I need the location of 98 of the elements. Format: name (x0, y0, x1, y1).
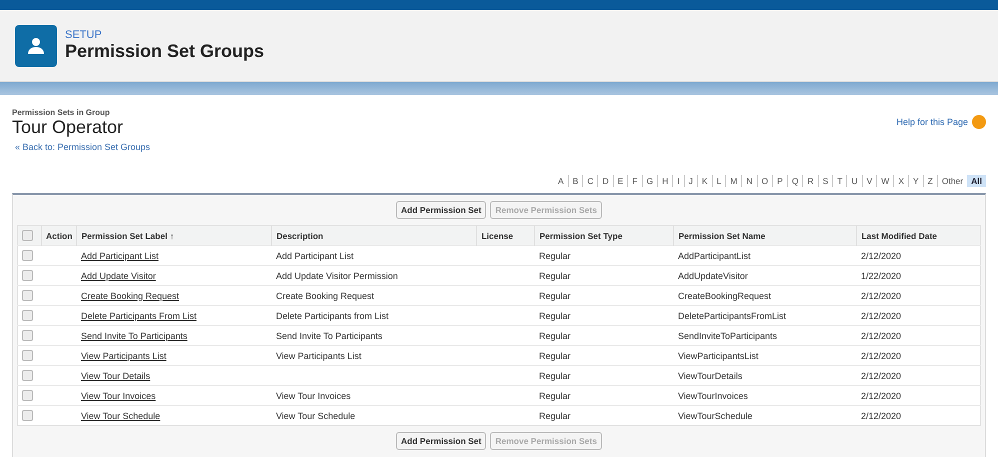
column-header[interactable]: Permission Set Type (534, 226, 674, 246)
column-header[interactable]: Description (272, 226, 477, 246)
page-title: Tour Operator (12, 117, 124, 137)
permission-set-link[interactable]: View Participants List (80, 350, 166, 360)
row-checkbox[interactable] (22, 410, 33, 422)
table-cell: View Tour Invoices (276, 390, 351, 400)
letter-filter[interactable]: T (832, 175, 846, 187)
row-checkbox[interactable] (22, 310, 33, 322)
table-cell: Create Booking Request (276, 290, 374, 300)
row-checkbox[interactable] (22, 250, 33, 262)
add-button[interactable]: Add Permission Set (396, 201, 486, 219)
letter-filter[interactable]: V (862, 175, 876, 187)
table-cell: View Tour Schedule (276, 410, 356, 420)
select-all-checkbox[interactable] (22, 230, 33, 242)
table-cell: View Participants List (276, 350, 362, 360)
table-cell: 2/12/2020 (860, 390, 901, 400)
table-cell: SendInviteToParticipants (678, 330, 778, 340)
table-cell: AddParticipantList (678, 250, 750, 260)
header-eyebrow: SETUP (65, 29, 103, 41)
table-cell: 2/12/2020 (860, 410, 901, 420)
letter-filter[interactable]: U (846, 175, 862, 187)
row-checkbox[interactable] (22, 390, 33, 402)
row-checkbox[interactable] (22, 330, 33, 342)
table-cell: 1/22/2020 (860, 270, 901, 280)
table-cell: DeleteParticipantsFromList (678, 310, 786, 320)
table-cell: Regular (538, 410, 570, 420)
column-header[interactable]: Action (42, 226, 77, 246)
table-cell: 2/12/2020 (860, 330, 901, 340)
letter-filter[interactable]: E (612, 175, 628, 187)
header-title: Permission Set Groups (65, 41, 264, 62)
letter-filter[interactable]: O (756, 175, 772, 187)
table-cell: Regular (538, 390, 570, 400)
column-header[interactable]: Permission Set Name (674, 226, 857, 246)
letter-filter[interactable]: S (818, 175, 832, 187)
table-cell: CreateBookingRequest (678, 290, 772, 300)
permission-set-link[interactable]: View Tour Invoices (80, 390, 156, 400)
row-checkbox[interactable] (22, 370, 33, 382)
table-cell: ViewTourInvoices (678, 390, 748, 400)
letter-filter[interactable]: W (876, 175, 894, 187)
permission-set-link[interactable]: View Tour Details (80, 370, 150, 380)
page-subtitle: Permission Sets in Group (12, 108, 111, 117)
letter-filter[interactable]: L (712, 175, 726, 187)
table-cell: ViewTourSchedule (678, 410, 752, 420)
letter-filter[interactable]: X (893, 175, 908, 187)
letter-filter[interactable]: G (642, 175, 658, 187)
letter-filter[interactable]: All (967, 175, 986, 187)
letter-filter[interactable]: Y (908, 175, 923, 187)
letter-filter[interactable]: C (582, 175, 598, 187)
row-checkbox[interactable] (22, 290, 33, 302)
table-cell: Regular (538, 250, 570, 260)
letter-filter[interactable]: P (772, 175, 787, 187)
letter-filter[interactable]: I (672, 175, 684, 187)
letter-filter[interactable]: M (725, 175, 742, 187)
table-cell: 2/12/2020 (860, 310, 901, 320)
letter-filter[interactable]: N (741, 175, 757, 187)
table-cell: Regular (538, 350, 570, 360)
table-cell: Add Participant List (276, 250, 354, 260)
permission-set-link[interactable]: Add Participant List (80, 250, 158, 260)
letter-filter[interactable]: B (568, 175, 582, 187)
row-checkbox[interactable] (22, 350, 33, 362)
table-cell: Add Update Visitor Permission (276, 270, 398, 280)
row-checkbox[interactable] (22, 270, 33, 282)
letter-filter[interactable]: J (684, 175, 697, 187)
letter-filter[interactable]: F (627, 175, 642, 187)
user-icon (15, 24, 57, 66)
table-cell: Regular (538, 270, 570, 280)
letter-filter[interactable]: K (696, 175, 712, 187)
table-cell: ViewParticipantsList (678, 350, 758, 360)
column-header[interactable]: Last Modified Date (856, 226, 980, 246)
table-cell: Regular (538, 290, 570, 300)
table-cell: ViewTourDetails (678, 370, 742, 380)
permission-set-link[interactable]: Add Update Visitor (80, 270, 156, 280)
permission-set-link[interactable]: Create Booking Request (80, 290, 180, 300)
letter-filter[interactable]: Z (922, 175, 937, 187)
column-header[interactable]: Permission Set Label ↑ (76, 226, 272, 246)
help-link[interactable]: Help for this Page (896, 114, 986, 130)
table-cell: Delete Participants from List (276, 310, 388, 320)
column-header[interactable]: License (476, 226, 535, 246)
letter-filter[interactable]: Q (786, 175, 802, 187)
permission-set-link[interactable]: Delete Participants From List (80, 310, 196, 320)
table-cell: 2/12/2020 (860, 370, 901, 380)
table-cell: 2/12/2020 (860, 290, 901, 300)
table-cell: Regular (538, 310, 570, 320)
table-cell: Regular (538, 330, 570, 340)
table-cell: 2/12/2020 (860, 250, 901, 260)
table-cell: Regular (538, 370, 570, 380)
permission-set-link[interactable]: Send Invite To Participants (80, 330, 188, 340)
letter-filter[interactable]: H (657, 175, 672, 187)
add-button[interactable]: Add Permission Set (396, 432, 486, 450)
letter-filter[interactable]: A (554, 175, 568, 187)
back-link[interactable]: « Back to: Permission Set Groups (12, 142, 150, 152)
table-cell: AddUpdateVisitor (678, 270, 748, 280)
table-cell: 2/12/2020 (860, 350, 901, 360)
letter-filter[interactable]: D (597, 175, 613, 187)
table-cell: Send Invite To Participants (276, 330, 382, 340)
permission-set-link[interactable]: View Tour Schedule (80, 410, 160, 420)
letter-filter[interactable]: R (802, 175, 818, 187)
sort-indicator: ↑ (170, 230, 174, 240)
